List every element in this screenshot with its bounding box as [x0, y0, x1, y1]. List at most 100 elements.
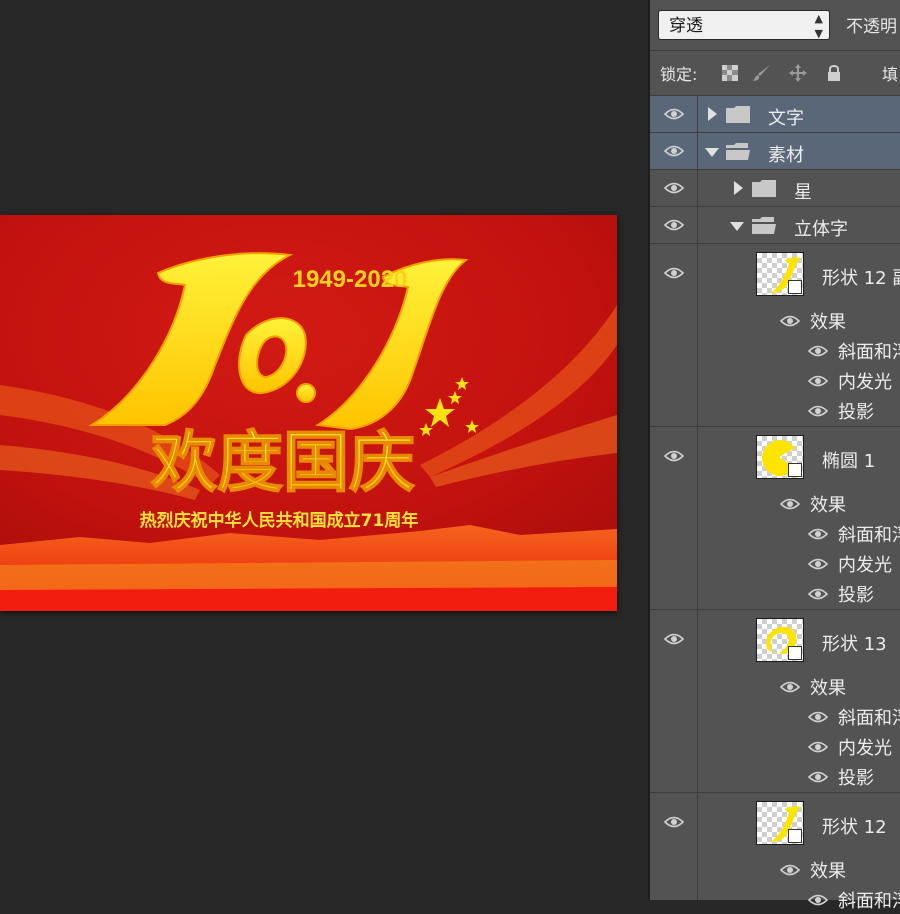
eye-icon[interactable]: [780, 680, 800, 694]
layer-thumbnail[interactable]: [756, 252, 804, 296]
collapse-arrow-icon[interactable]: [730, 222, 744, 231]
effects-row[interactable]: 效果: [700, 305, 900, 335]
eye-icon[interactable]: [808, 344, 828, 358]
lock-row: 锁定: 填: [650, 51, 900, 96]
eye-icon[interactable]: [780, 863, 800, 877]
effects-row[interactable]: 效果: [700, 854, 900, 884]
effect-bevel-row[interactable]: 斜面和浮雕: [700, 518, 900, 548]
effects-label: 效果: [810, 678, 846, 699]
vector-mask-icon: [788, 829, 802, 843]
subline-text: 热烈庆祝中华人民共和国成立71周年: [140, 510, 419, 531]
visibility-toggle[interactable]: [650, 244, 698, 426]
headline-text: 欢度国庆: [150, 424, 415, 501]
layer-name: 星: [794, 182, 812, 203]
layer-name: 椭圆 1: [822, 451, 876, 472]
open-folder-icon: [752, 217, 776, 234]
lock-transparency-icon[interactable]: [720, 63, 740, 83]
fill-label: 填: [882, 65, 899, 84]
effect-inner-glow-row[interactable]: 内发光: [700, 365, 900, 395]
eye-icon: [664, 267, 684, 279]
canvas-area[interactable]: 1949-2020 欢度国庆 热烈庆祝中华人民共和国成立71周年: [0, 0, 648, 900]
lock-label: 锁定:: [660, 65, 698, 84]
eye-icon: [664, 145, 684, 157]
effect-name: 斜面和浮雕: [838, 891, 900, 912]
effect-name: 斜面和浮雕: [838, 342, 900, 363]
eye-icon[interactable]: [808, 527, 828, 541]
folder-icon: [752, 180, 776, 197]
lock-all-icon[interactable]: [824, 63, 844, 83]
effect-drop-shadow-row[interactable]: 投影: [700, 761, 900, 791]
visibility-toggle[interactable]: [650, 610, 698, 792]
vector-mask-icon: [788, 463, 802, 477]
layer-shape-12-copy[interactable]: 形状 12 副 效果 斜面和浮雕 内发光 投影: [650, 244, 900, 427]
blend-mode-value: 穿透: [669, 16, 703, 36]
eye-icon[interactable]: [808, 587, 828, 601]
layer-thumbnail[interactable]: [756, 435, 804, 479]
layer-group-3d-text[interactable]: 立体字: [650, 207, 900, 244]
visibility-toggle[interactable]: [650, 133, 698, 169]
effects-label: 效果: [810, 495, 846, 516]
effect-bevel-row[interactable]: 斜面和浮雕: [700, 884, 900, 914]
eye-icon: [664, 182, 684, 194]
opacity-label: 不透明: [846, 17, 897, 37]
layer-name: 形状 13: [822, 634, 887, 655]
layer-thumbnail[interactable]: [756, 618, 804, 662]
layer-ellipse-1[interactable]: 椭圆 1 效果 斜面和浮雕 内发光 投影: [650, 427, 900, 610]
vector-mask-icon: [788, 280, 802, 294]
effect-inner-glow-row[interactable]: 内发光: [700, 548, 900, 578]
layer-shape-12[interactable]: 形状 12 效果 斜面和浮雕: [650, 793, 900, 912]
eye-icon[interactable]: [808, 770, 828, 784]
effect-inner-glow-row[interactable]: 内发光: [700, 731, 900, 761]
poster-artwork: 1949-2020 欢度国庆 热烈庆祝中华人民共和国成立71周年: [0, 215, 617, 611]
effect-bevel-row[interactable]: 斜面和浮雕: [700, 335, 900, 365]
effects-row[interactable]: 效果: [700, 671, 900, 701]
lock-pixels-brush-icon[interactable]: [752, 63, 772, 83]
eye-icon: [664, 450, 684, 462]
effect-name: 投影: [838, 585, 874, 606]
layer-group-materials[interactable]: 素材: [650, 133, 900, 170]
visibility-toggle[interactable]: [650, 207, 698, 243]
visibility-toggle[interactable]: [650, 96, 698, 132]
expand-arrow-icon[interactable]: [734, 181, 743, 195]
eye-icon[interactable]: [780, 497, 800, 511]
layer-name: 形状 12 副: [822, 268, 900, 289]
effect-name: 内发光: [838, 738, 892, 759]
effects-row[interactable]: 效果: [700, 488, 900, 518]
layer-thumbnail[interactable]: [756, 801, 804, 845]
lock-position-move-icon[interactable]: [788, 63, 808, 83]
eye-icon[interactable]: [780, 314, 800, 328]
eye-icon: [664, 219, 684, 231]
layers-panel: 穿透 ▲ ▼ 不透明 锁定: 填 文字 素材 星 立体字 形状 12 效果 斜面…: [648, 0, 900, 912]
collapse-arrow-icon[interactable]: [705, 148, 719, 157]
eye-icon[interactable]: [808, 893, 828, 907]
effect-drop-shadow-row[interactable]: 投影: [700, 578, 900, 608]
visibility-toggle[interactable]: [650, 427, 698, 609]
layer-name: 形状 12: [822, 817, 887, 838]
vector-mask-icon: [788, 646, 802, 660]
effect-drop-shadow-row[interactable]: 投影: [700, 395, 900, 425]
layer-group-text[interactable]: 文字: [650, 96, 900, 133]
eye-icon[interactable]: [808, 374, 828, 388]
layer-name: 立体字: [794, 219, 848, 240]
effect-name: 斜面和浮雕: [838, 708, 900, 729]
eye-icon[interactable]: [808, 740, 828, 754]
document-canvas[interactable]: 1949-2020 欢度国庆 热烈庆祝中华人民共和国成立71周年: [0, 215, 617, 611]
visibility-toggle[interactable]: [650, 170, 698, 206]
effect-bevel-row[interactable]: 斜面和浮雕: [700, 701, 900, 731]
effect-name: 投影: [838, 402, 874, 423]
blend-mode-select[interactable]: 穿透 ▲ ▼: [658, 10, 830, 40]
eye-icon[interactable]: [808, 710, 828, 724]
layer-group-stars[interactable]: 星: [650, 170, 900, 207]
layer-name: 素材: [768, 145, 804, 166]
visibility-toggle[interactable]: [650, 793, 698, 900]
eye-icon[interactable]: [808, 557, 828, 571]
expand-arrow-icon[interactable]: [708, 107, 717, 121]
effect-name: 内发光: [838, 555, 892, 576]
layer-shape-13[interactable]: 形状 13 效果 斜面和浮雕 内发光 投影: [650, 610, 900, 793]
open-folder-icon: [726, 143, 750, 160]
eye-icon: [664, 108, 684, 120]
effect-name: 内发光: [838, 372, 892, 393]
effects-label: 效果: [810, 312, 846, 333]
eye-icon[interactable]: [808, 404, 828, 418]
eye-icon: [664, 816, 684, 828]
